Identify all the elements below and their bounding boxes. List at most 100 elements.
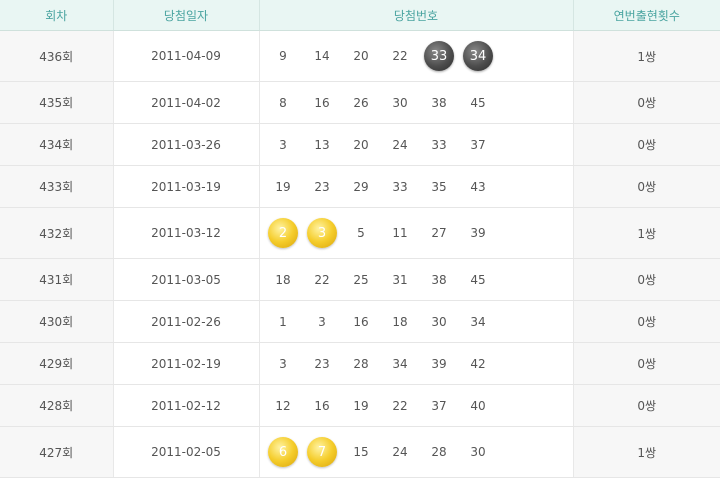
numbers-list: 18 22 25 31 38 45 [260, 263, 573, 297]
winning-number: 22 [392, 49, 408, 63]
winning-number: 16 [353, 314, 369, 329]
winning-number: 3 [318, 314, 326, 329]
number-slot: 27 [420, 216, 459, 250]
number-slot: 38 [420, 263, 459, 297]
numbers-list: 1 3 16 18 30 34 [260, 305, 573, 339]
number-slot: 18 [264, 263, 303, 297]
winning-number: 20 [353, 49, 369, 63]
number-slot: 3 [264, 347, 303, 381]
winning-number: 19 [275, 179, 291, 194]
winning-number: 39 [470, 226, 486, 240]
winning-number: 35 [431, 179, 447, 194]
number-slot: 23 [303, 347, 342, 381]
number-slot: 45 [459, 86, 498, 120]
winning-number: 22 [314, 272, 330, 287]
numbers-cell: 19 23 29 33 35 43 [259, 165, 574, 208]
winning-number: 45 [470, 95, 486, 110]
round-cell: 430회 [0, 300, 114, 343]
consecutive-count-cell: 0쌍 [573, 123, 720, 166]
winning-number: 22 [392, 398, 408, 413]
table-row: 430회 2011-02-26 1 3 16 18 30 34 0쌍 [0, 300, 720, 343]
number-slot: 16 [303, 86, 342, 120]
number-slot: 38 [420, 86, 459, 120]
number-slot: 23 [303, 170, 342, 204]
number-slot: 37 [420, 389, 459, 423]
winning-number: 27 [431, 226, 447, 240]
numbers-cell: 12 16 19 22 37 40 [259, 384, 574, 427]
header-numbers: 당첨번호 [259, 0, 574, 31]
number-slot: 11 [381, 216, 420, 250]
numbers-cell: 8 16 26 30 38 45 [259, 81, 574, 124]
number-slot: 24 [381, 435, 420, 469]
winning-number: 12 [275, 398, 291, 413]
number-slot: 40 [459, 389, 498, 423]
numbers-list: 19 23 29 33 35 43 [260, 170, 573, 204]
number-slot: 34 [459, 305, 498, 339]
date-cell: 2011-03-19 [113, 165, 260, 208]
number-slot: 31 [381, 263, 420, 297]
table-row: 432회 2011-03-12 2 3 5 11 27 39 1쌍 [0, 207, 720, 259]
consecutive-number-ball: 33 [424, 41, 454, 71]
numbers-cell: 1 3 16 18 30 34 [259, 300, 574, 343]
winning-number: 1 [279, 314, 287, 329]
numbers-cell: 9 14 20 22 33 34 [259, 30, 574, 82]
numbers-cell: 6 7 15 24 28 30 [259, 426, 574, 478]
winning-number: 28 [353, 356, 369, 371]
winning-number: 34 [470, 314, 486, 329]
date-cell: 2011-04-02 [113, 81, 260, 124]
winning-number: 16 [314, 398, 330, 413]
number-slot: 5 [342, 216, 381, 250]
number-slot: 3 [303, 216, 342, 250]
number-slot: 13 [303, 128, 342, 162]
number-slot: 35 [420, 170, 459, 204]
winning-number: 30 [431, 314, 447, 329]
winning-number: 23 [314, 179, 330, 194]
numbers-cell: 3 23 28 34 39 42 [259, 342, 574, 385]
round-cell: 428회 [0, 384, 114, 427]
date-cell: 2011-02-19 [113, 342, 260, 385]
number-slot: 33 [420, 128, 459, 162]
consecutive-count-cell: 1쌍 [573, 207, 720, 259]
winning-number: 30 [470, 445, 486, 459]
table-row: 429회 2011-02-19 3 23 28 34 39 42 0쌍 [0, 342, 720, 385]
round-cell: 429회 [0, 342, 114, 385]
winning-number: 43 [470, 179, 486, 194]
consecutive-number-ball: 3 [307, 218, 337, 248]
number-slot: 30 [420, 305, 459, 339]
winning-number: 23 [314, 356, 330, 371]
number-slot: 25 [342, 263, 381, 297]
round-cell: 431회 [0, 258, 114, 301]
consecutive-count-cell: 0쌍 [573, 300, 720, 343]
number-slot: 16 [342, 305, 381, 339]
winning-number: 3 [279, 356, 287, 371]
winning-number: 28 [431, 445, 447, 459]
consecutive-number-ball: 6 [268, 437, 298, 467]
number-slot: 45 [459, 263, 498, 297]
header-consecutive: 연번출현횟수 [573, 0, 720, 31]
winning-number: 39 [431, 356, 447, 371]
number-slot: 22 [303, 263, 342, 297]
number-slot: 34 [381, 347, 420, 381]
number-slot: 20 [342, 128, 381, 162]
number-slot: 30 [459, 435, 498, 469]
date-cell: 2011-02-26 [113, 300, 260, 343]
consecutive-number-ball: 34 [463, 41, 493, 71]
consecutive-count-cell: 0쌍 [573, 384, 720, 427]
consecutive-count-cell: 1쌍 [573, 30, 720, 82]
number-slot: 39 [459, 216, 498, 250]
number-slot: 16 [303, 389, 342, 423]
number-slot: 20 [342, 39, 381, 73]
number-slot: 26 [342, 86, 381, 120]
number-slot: 2 [264, 216, 303, 250]
winning-number: 42 [470, 356, 486, 371]
table-body: 436회 2011-04-09 9 14 20 22 33 34 1쌍 435회 2011-04-0… [0, 30, 720, 478]
consecutive-count-cell: 1쌍 [573, 426, 720, 478]
number-slot: 30 [381, 86, 420, 120]
round-cell: 435회 [0, 81, 114, 124]
date-cell: 2011-02-05 [113, 426, 260, 478]
winning-number: 33 [431, 137, 447, 152]
numbers-cell: 3 13 20 24 33 37 [259, 123, 574, 166]
winning-number: 25 [353, 272, 369, 287]
number-slot: 39 [420, 347, 459, 381]
table-row: 428회 2011-02-12 12 16 19 22 37 40 0쌍 [0, 384, 720, 427]
